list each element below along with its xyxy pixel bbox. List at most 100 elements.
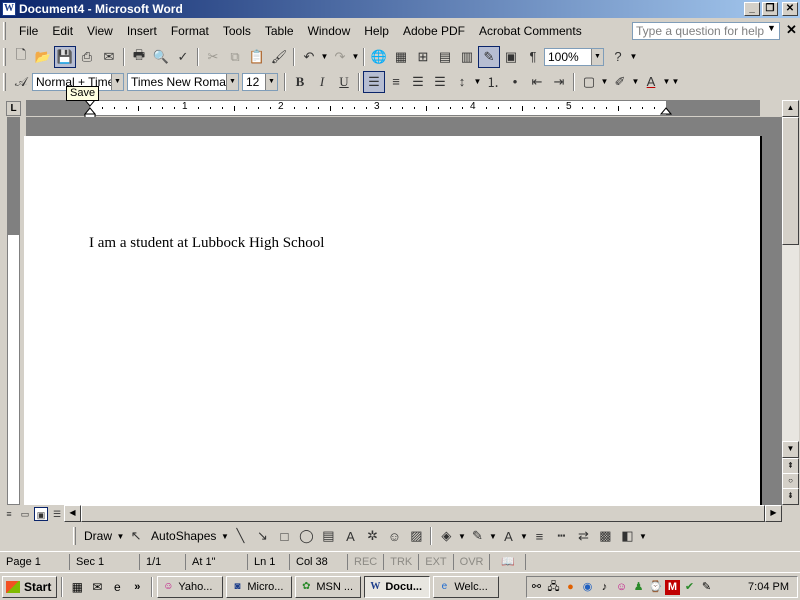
document-map-icon[interactable]: ▣ <box>500 46 522 68</box>
task-yahoo[interactable]: ☺ Yaho... <box>157 575 224 598</box>
tab-selector[interactable]: L <box>6 101 21 116</box>
menu-edit[interactable]: Edit <box>45 24 80 38</box>
drawing-icon[interactable]: ✎ <box>478 45 500 68</box>
align-right-icon[interactable]: ☰ <box>407 71 429 93</box>
zoom-dropdown-icon[interactable]: ▼ <box>591 48 603 65</box>
print-icon[interactable]: 🖶 <box>128 46 150 68</box>
insert-picture-icon[interactable]: ▨ <box>405 525 427 547</box>
insert-excel-icon[interactable]: ▤ <box>434 46 456 68</box>
redo-icon[interactable]: ↷ <box>329 46 351 68</box>
format-painter-icon[interactable]: 🖌 <box>268 46 290 68</box>
paste-icon[interactable]: 📋 <box>246 46 268 68</box>
draw-dropdown-icon[interactable]: ▼ <box>116 532 125 541</box>
menu-file[interactable]: File <box>12 24 45 38</box>
draw-menu-button[interactable]: Draw <box>80 529 116 543</box>
menu-window[interactable]: Window <box>301 24 358 38</box>
undo-icon[interactable]: ↶ <box>298 46 320 68</box>
styles-formatting-icon[interactable]: 𝒜 <box>10 71 32 93</box>
menu-table[interactable]: Table <box>258 24 301 38</box>
font-select[interactable]: Times New Roman ▼ <box>127 72 239 91</box>
toolbar-options-icon[interactable]: ▼ <box>671 77 680 86</box>
task-welcome[interactable]: e Welc... <box>433 575 500 598</box>
borders-dropdown-icon[interactable]: ▼ <box>600 77 609 86</box>
highlight-dropdown-icon[interactable]: ▼ <box>631 77 640 86</box>
undo-dropdown-icon[interactable]: ▼ <box>320 52 329 61</box>
internet-explorer-icon[interactable]: e <box>107 577 127 597</box>
copy-icon[interactable]: ⧉ <box>224 46 246 68</box>
outline-view-icon[interactable]: ☰ <box>50 507 64 521</box>
wordart-icon[interactable]: A <box>339 525 361 547</box>
shadow-style-icon[interactable]: ▩ <box>594 525 616 547</box>
font-size-select[interactable]: 12 ▼ <box>242 72 278 91</box>
arrow-icon[interactable]: ↘ <box>251 525 273 547</box>
zoom-select[interactable]: 100% ▼ <box>544 47 604 66</box>
vertical-scrollbar[interactable]: ▲ ▼ ⇞ ○ ⇟ <box>782 100 799 505</box>
decrease-indent-icon[interactable]: ⇤ <box>526 71 548 93</box>
document-close-button[interactable]: ✕ <box>786 22 797 38</box>
ask-question-dropdown-icon[interactable]: ▼ <box>767 23 776 33</box>
borders-icon[interactable]: ▢ <box>578 71 600 93</box>
horizontal-scrollbar[interactable]: ◀ ▶ <box>64 505 782 522</box>
fill-color-dropdown-icon[interactable]: ▼ <box>457 532 466 541</box>
document-text[interactable]: I am a student at Lubbock High School <box>89 235 324 252</box>
highlight-icon[interactable]: ✐ <box>609 71 631 93</box>
align-left-icon[interactable]: ☰ <box>363 70 385 93</box>
outlook-express-icon[interactable]: ✉ <box>87 577 107 597</box>
insert-hyperlink-icon[interactable]: 🌐 <box>368 46 390 68</box>
oval-icon[interactable]: ◯ <box>295 525 317 547</box>
show-hide-icon[interactable]: ¶ <box>522 46 544 68</box>
scroll-up-icon[interactable]: ▲ <box>782 100 799 117</box>
horizontal-ruler[interactable]: 1 2 3 4 5 <box>26 100 760 116</box>
columns-icon[interactable]: ▥ <box>456 46 478 68</box>
scroll-right-icon[interactable]: ▶ <box>765 505 782 522</box>
arrow-style-icon[interactable]: ⇄ <box>572 525 594 547</box>
show-desktop-icon[interactable]: ▦ <box>67 577 87 597</box>
word-app-icon[interactable]: W <box>2 2 16 16</box>
status-rec[interactable]: REC <box>348 553 385 570</box>
3d-style-icon[interactable]: ◧ <box>616 525 638 547</box>
status-ext[interactable]: EXT <box>419 553 454 570</box>
menu-view[interactable]: View <box>80 24 120 38</box>
font-dropdown-icon[interactable]: ▼ <box>226 73 238 90</box>
line-style-icon[interactable]: ≡ <box>528 525 550 547</box>
activity-icon[interactable]: ✎ <box>699 580 714 595</box>
yahoo-tray-icon[interactable]: ☺ <box>614 580 629 595</box>
ask-question-input[interactable]: Type a question for help <box>632 22 780 40</box>
email-icon[interactable]: ✉ <box>98 46 120 68</box>
next-page-icon[interactable]: ⇟ <box>782 488 799 505</box>
messenger-icon[interactable]: ♟ <box>631 580 646 595</box>
dash-style-icon[interactable]: ┅ <box>550 525 572 547</box>
help-icon[interactable]: ? <box>607 46 629 68</box>
open-folder-icon[interactable]: 📂 <box>32 46 54 68</box>
bullets-icon[interactable]: • <box>504 71 526 93</box>
font-color-dropdown-icon[interactable]: ▼ <box>519 532 528 541</box>
increase-indent-icon[interactable]: ⇥ <box>548 71 570 93</box>
autoshapes-menu-button[interactable]: AutoShapes <box>147 529 220 543</box>
justify-icon[interactable]: ☰ <box>429 71 451 93</box>
menu-insert[interactable]: Insert <box>120 24 164 38</box>
toolbar-grip[interactable] <box>3 72 6 91</box>
new-document-icon[interactable]: 🗋 <box>10 46 32 68</box>
tables-borders-icon[interactable]: ▦ <box>390 46 412 68</box>
security-icon[interactable]: ✔ <box>682 580 697 595</box>
task-microsoft[interactable]: ◙ Micro... <box>226 575 293 598</box>
cut-icon[interactable]: ✂ <box>202 46 224 68</box>
scroll-down-icon[interactable]: ▼ <box>782 441 799 458</box>
connection-icon[interactable]: ⚯ <box>529 580 544 595</box>
insert-table-icon[interactable]: ⊞ <box>412 46 434 68</box>
numbering-icon[interactable]: ⒈ <box>482 71 504 93</box>
line-color-dropdown-icon[interactable]: ▼ <box>488 532 497 541</box>
font-color-dropdown-icon[interactable]: ▼ <box>662 77 671 86</box>
clock[interactable]: 7:04 PM <box>748 581 789 593</box>
scroll-left-icon[interactable]: ◀ <box>64 505 81 522</box>
menu-format[interactable]: Format <box>164 24 216 38</box>
help-dropdown-icon[interactable]: ▼ <box>629 52 638 61</box>
minimize-button[interactable]: _ <box>744 2 760 16</box>
quicklaunch-more-icon[interactable]: » <box>127 577 147 597</box>
underline-icon[interactable]: U <box>333 71 355 93</box>
permission-icon[interactable]: ⎙ <box>76 46 98 68</box>
menu-acrobat-comments[interactable]: Acrobat Comments <box>472 24 589 38</box>
line-icon[interactable]: ╲ <box>229 525 251 547</box>
toolbar-options-icon[interactable]: ▼ <box>638 532 647 541</box>
menu-adobe-pdf[interactable]: Adobe PDF <box>396 24 472 38</box>
